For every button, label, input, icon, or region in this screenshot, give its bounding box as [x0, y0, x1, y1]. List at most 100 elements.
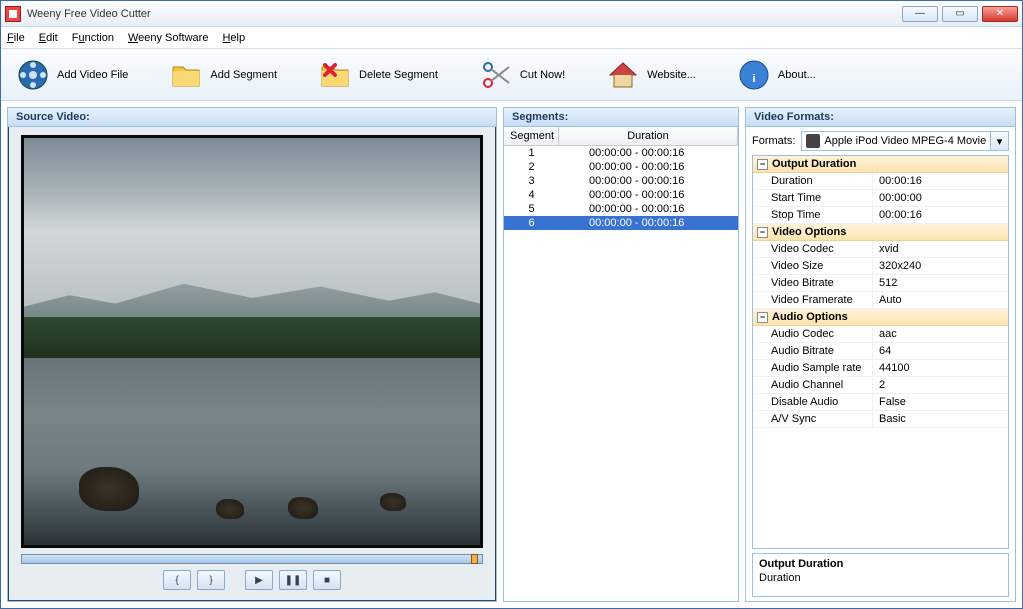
segment-duration: 00:00:00 - 00:00:16 — [559, 217, 738, 229]
delete-segment-button[interactable]: Delete Segment — [313, 55, 444, 95]
segments-panel: Segments: Segment Duration 100:00:00 - 0… — [503, 107, 739, 602]
prop-video-codec[interactable]: Video Codecxvid — [753, 241, 1008, 258]
film-reel-icon — [17, 59, 49, 91]
formats-selected-value: Apple iPod Video MPEG-4 Movie ( — [824, 135, 993, 147]
segment-row[interactable]: 500:00:00 - 00:00:16 — [504, 202, 738, 216]
info-icon: i — [738, 59, 770, 91]
cut-now-button[interactable]: Cut Now! — [474, 55, 571, 95]
formats-dropdown[interactable]: Apple iPod Video MPEG-4 Movie ( ▾ — [801, 131, 1009, 151]
minimize-button[interactable]: — — [902, 6, 938, 22]
category-output-duration[interactable]: −Output Duration — [753, 156, 1008, 173]
stop-button[interactable]: ■ — [313, 570, 341, 590]
pause-button[interactable]: ❚❚ — [279, 570, 307, 590]
segment-duration: 00:00:00 - 00:00:16 — [559, 175, 738, 187]
about-label: About... — [778, 69, 816, 81]
menubar: File Edit Function Weeny Software Help — [1, 27, 1022, 49]
menu-edit[interactable]: Edit — [39, 32, 58, 44]
segment-number: 3 — [504, 175, 559, 187]
category-video-options[interactable]: −Video Options — [753, 224, 1008, 241]
segments-col-duration[interactable]: Duration — [559, 127, 738, 145]
svg-text:i: i — [752, 73, 755, 85]
segments-header: Segments: — [504, 108, 738, 127]
slider-knob[interactable] — [471, 554, 478, 564]
segment-row[interactable]: 100:00:00 - 00:00:16 — [504, 146, 738, 160]
segment-number: 4 — [504, 189, 559, 201]
prop-video-size[interactable]: Video Size320x240 — [753, 258, 1008, 275]
website-button[interactable]: Website... — [601, 55, 702, 95]
segment-row[interactable]: 300:00:00 - 00:00:16 — [504, 174, 738, 188]
menu-file[interactable]: File — [7, 32, 25, 44]
property-description: Output Duration Duration — [752, 553, 1009, 597]
delete-segment-label: Delete Segment — [359, 69, 438, 81]
category-audio-options[interactable]: −Audio Options — [753, 309, 1008, 326]
segments-list: 100:00:00 - 00:00:16200:00:00 - 00:00:16… — [504, 146, 738, 230]
cut-now-label: Cut Now! — [520, 69, 565, 81]
prop-video-bitrate[interactable]: Video Bitrate512 — [753, 275, 1008, 292]
video-preview[interactable] — [21, 135, 483, 548]
formats-label: Formats: — [752, 135, 795, 147]
maximize-button[interactable]: ▭ — [942, 6, 978, 22]
scissors-icon — [480, 59, 512, 91]
source-video-header: Source Video: — [8, 108, 496, 127]
prop-video-framerate[interactable]: Video FramerateAuto — [753, 292, 1008, 309]
about-button[interactable]: i About... — [732, 55, 822, 95]
app-window: Weeny Free Video Cutter — ▭ ✕ File Edit … — [0, 0, 1023, 609]
collapse-icon[interactable]: − — [757, 159, 768, 170]
segment-row[interactable]: 400:00:00 - 00:00:16 — [504, 188, 738, 202]
titlebar: Weeny Free Video Cutter — ▭ ✕ — [1, 1, 1022, 27]
description-title: Output Duration — [759, 558, 1002, 570]
segment-duration: 00:00:00 - 00:00:16 — [559, 189, 738, 201]
source-video-body: { } ▶ ❚❚ ■ — [8, 127, 496, 601]
folder-plus-icon — [170, 59, 202, 91]
prop-stop-time[interactable]: Stop Time00:00:16 — [753, 207, 1008, 224]
collapse-icon[interactable]: − — [757, 227, 768, 238]
formats-selector-row: Formats: Apple iPod Video MPEG-4 Movie (… — [752, 131, 1009, 151]
prop-audio-codec[interactable]: Audio Codecaac — [753, 326, 1008, 343]
folder-delete-icon — [319, 59, 351, 91]
playback-slider[interactable] — [21, 554, 483, 564]
prop-disable-audio[interactable]: Disable AudioFalse — [753, 394, 1008, 411]
prop-audio-sample-rate[interactable]: Audio Sample rate44100 — [753, 360, 1008, 377]
add-segment-button[interactable]: Add Segment — [164, 55, 283, 95]
segments-column-headers: Segment Duration — [504, 127, 738, 146]
collapse-icon[interactable]: − — [757, 312, 768, 323]
segment-duration: 00:00:00 - 00:00:16 — [559, 147, 738, 159]
mark-in-button[interactable]: { — [163, 570, 191, 590]
segment-duration: 00:00:00 - 00:00:16 — [559, 161, 738, 173]
prop-av-sync[interactable]: A/V SyncBasic — [753, 411, 1008, 428]
format-item-icon — [806, 134, 820, 148]
video-formats-header: Video Formats: — [746, 108, 1015, 127]
segment-row[interactable]: 200:00:00 - 00:00:16 — [504, 160, 738, 174]
prop-duration[interactable]: Duration00:00:16 — [753, 173, 1008, 190]
add-video-file-button[interactable]: Add Video File — [11, 55, 134, 95]
add-segment-label: Add Segment — [210, 69, 277, 81]
segment-number: 5 — [504, 203, 559, 215]
add-video-file-label: Add Video File — [57, 69, 128, 81]
chevron-down-icon: ▾ — [990, 132, 1008, 150]
segments-col-segment[interactable]: Segment — [504, 127, 559, 145]
prop-audio-bitrate[interactable]: Audio Bitrate64 — [753, 343, 1008, 360]
close-button[interactable]: ✕ — [982, 6, 1018, 22]
source-video-panel: Source Video: { } — [7, 107, 497, 602]
website-label: Website... — [647, 69, 696, 81]
video-formats-panel: Video Formats: Formats: Apple iPod Video… — [745, 107, 1016, 602]
mark-out-button[interactable]: } — [197, 570, 225, 590]
description-body: Duration — [759, 572, 1002, 584]
toolbar: Add Video File Add Segment Delete Segmen… — [1, 49, 1022, 101]
segment-row[interactable]: 600:00:00 - 00:00:16 — [504, 216, 738, 230]
prop-start-time[interactable]: Start Time00:00:00 — [753, 190, 1008, 207]
prop-audio-channel[interactable]: Audio Channel2 — [753, 377, 1008, 394]
play-button[interactable]: ▶ — [245, 570, 273, 590]
segment-number: 6 — [504, 217, 559, 229]
menu-help[interactable]: Help — [222, 32, 245, 44]
menu-weeny-software[interactable]: Weeny Software — [128, 32, 209, 44]
playback-controls: { } ▶ ❚❚ ■ — [163, 568, 341, 594]
home-icon — [607, 59, 639, 91]
menu-function[interactable]: Function — [72, 32, 114, 44]
property-grid: −Output Duration Duration00:00:16 Start … — [752, 155, 1009, 549]
segment-duration: 00:00:00 - 00:00:16 — [559, 203, 738, 215]
window-title: Weeny Free Video Cutter — [27, 8, 151, 20]
main-area: Source Video: { } — [1, 101, 1022, 608]
app-icon — [5, 6, 21, 22]
segment-number: 1 — [504, 147, 559, 159]
